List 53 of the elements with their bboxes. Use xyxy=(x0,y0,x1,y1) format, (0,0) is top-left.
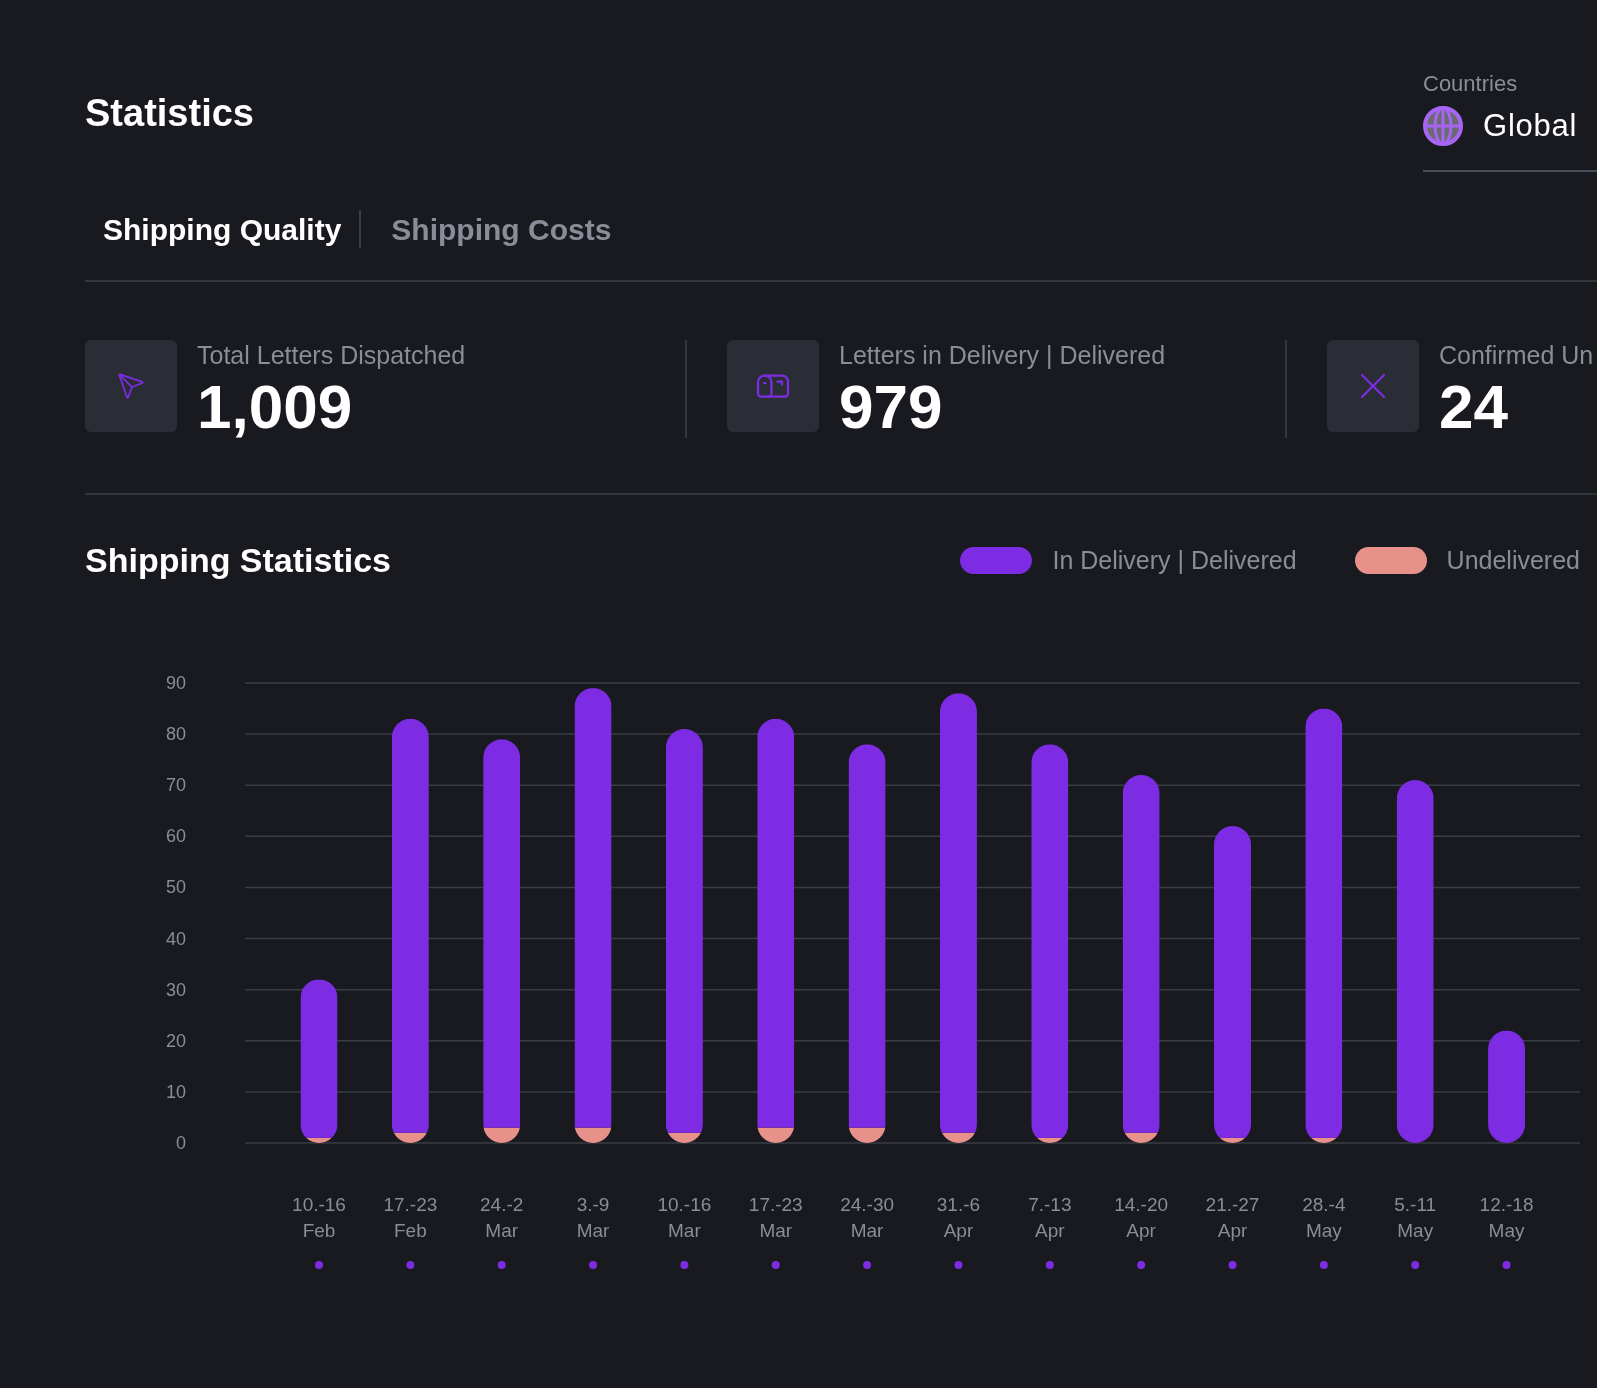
country-picker[interactable]: Countries Global xyxy=(1423,73,1597,172)
axis-label: 20 xyxy=(165,1030,186,1051)
axis-label: 10 xyxy=(165,1081,186,1102)
axis-label: 80 xyxy=(165,724,186,745)
axis-label: 40 xyxy=(165,928,186,949)
tab[interactable]: Shipping Costs xyxy=(361,206,630,252)
tick-dot xyxy=(954,1261,963,1269)
tick-dot xyxy=(863,1261,872,1269)
tick-dot xyxy=(1411,1261,1420,1269)
axis-label: 17.-23 Feb xyxy=(383,1194,438,1241)
stat-value: 979 xyxy=(839,376,944,438)
axis-label: 7.-13 Apr xyxy=(1028,1194,1072,1241)
axis-label: 17.-23 Mar xyxy=(748,1194,803,1241)
tick-dot xyxy=(1502,1261,1511,1269)
axis-label: 10.-16 Feb xyxy=(292,1194,346,1241)
axis-label: 30 xyxy=(165,979,186,1000)
axis-label: 31.-6 Apr xyxy=(936,1194,981,1241)
stat-label: Total Letters Dispatched xyxy=(197,339,466,371)
legend-label: Undelivered xyxy=(1446,544,1580,576)
tick-dot xyxy=(1319,1261,1328,1269)
tick-dot xyxy=(589,1261,598,1269)
tick-dot xyxy=(406,1261,415,1269)
send-icon xyxy=(117,371,145,400)
axis-label: 0 xyxy=(176,1133,186,1153)
tab[interactable]: Shipping Quality xyxy=(85,206,360,252)
axis-label: 14.-20 Apr xyxy=(1114,1194,1169,1241)
axis-label: 50 xyxy=(165,877,186,898)
axis-label: 5.-11 May xyxy=(1394,1194,1437,1241)
tick-dot xyxy=(1137,1261,1146,1269)
stat-value: 24 xyxy=(1439,376,1509,438)
legend-label: In Delivery | Delivered xyxy=(1052,544,1297,576)
tick-dot xyxy=(680,1261,689,1269)
section-title: Shipping Statistics xyxy=(85,540,392,581)
tick-dot xyxy=(1045,1261,1054,1269)
axis-label: 21.-27 Apr xyxy=(1205,1194,1260,1241)
axis-label: 28.-4 May xyxy=(1302,1194,1346,1241)
tick-dot xyxy=(771,1261,780,1269)
axis-label: 70 xyxy=(165,775,186,796)
stat-value: 1,009 xyxy=(197,376,354,438)
axis-label: 12.-18 May xyxy=(1479,1194,1534,1241)
stat-label: Confirmed Un xyxy=(1439,339,1594,371)
axis-label: 3.-9 Mar xyxy=(576,1194,610,1241)
tick-dot xyxy=(497,1261,506,1269)
tick-dot xyxy=(315,1261,323,1269)
axis-label: 10.-16 Mar xyxy=(657,1194,712,1241)
axis-label: 60 xyxy=(165,826,186,847)
axis-label: 90 xyxy=(165,673,186,693)
tick-dot xyxy=(1228,1261,1237,1269)
globe-icon xyxy=(1423,106,1463,147)
stat-label: Letters in Delivery | Delivered xyxy=(839,339,1166,371)
page-title: Statistics xyxy=(85,91,254,136)
axis-label: 24.-30 Mar xyxy=(840,1194,895,1241)
axis-label: 24.-2 Mar xyxy=(480,1194,524,1241)
